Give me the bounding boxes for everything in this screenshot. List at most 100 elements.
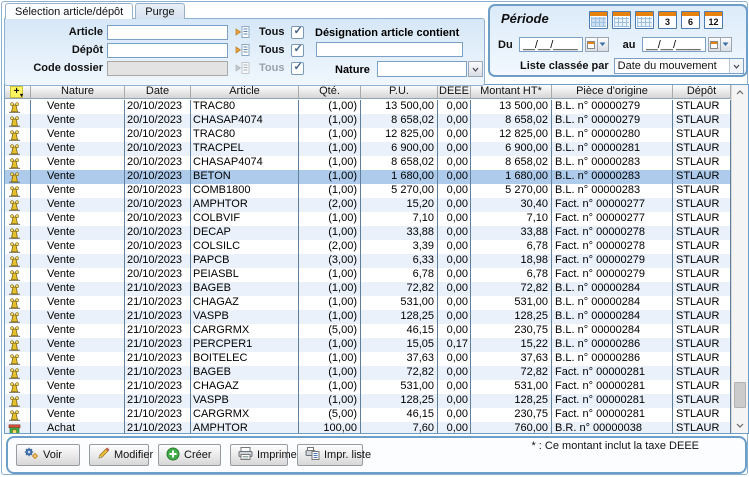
article-tous-checkbox[interactable]: ✓ — [291, 26, 304, 39]
article-input[interactable] — [107, 25, 228, 40]
column-header-montant[interactable]: Montant HT* — [471, 85, 552, 98]
cell-piece: Fact. n° 00000277 — [552, 198, 673, 212]
header-corner-cell: +▾ — [5, 85, 31, 98]
create-button[interactable]: Créer — [158, 444, 221, 466]
table-row[interactable]: Achat21/10/2023AMPHTOR100,007,600,00760,… — [5, 422, 731, 434]
vertical-scrollbar[interactable] — [731, 85, 748, 433]
calendar-year-icon[interactable] — [635, 11, 654, 29]
calendar-day-icon[interactable] — [589, 11, 608, 29]
purchase-movement-icon — [5, 422, 31, 434]
cell-deee: 0,00 — [438, 100, 471, 114]
nature-dropdown-chevron-icon[interactable] — [468, 61, 483, 77]
cell-deee: 0,00 — [438, 128, 471, 142]
column-header-pu[interactable]: P.U. — [361, 85, 438, 98]
cell-deee: 0,00 — [438, 142, 471, 156]
cell-pu: 128,25 — [361, 394, 438, 408]
depot-input[interactable] — [107, 43, 228, 58]
depot-list-picker-icon[interactable] — [235, 44, 252, 57]
cell-article: PERCPER1 — [191, 338, 299, 352]
table-row[interactable]: Vente20/10/2023COMB1800(1,00)5 270,000,0… — [5, 184, 731, 198]
column-header-qte[interactable]: Qté. — [299, 85, 361, 98]
print-list-button[interactable]: Impr. liste — [297, 444, 363, 466]
sale-movement-icon — [5, 310, 31, 324]
cell-piece: Fact. n° 00000279 — [552, 254, 673, 268]
scroll-up-button[interactable] — [732, 85, 748, 100]
table-row[interactable]: Vente21/10/2023CHAGAZ(1,00)531,000,00531… — [5, 380, 731, 394]
table-row[interactable]: Vente20/10/2023PEIASBL(1,00)6,780,006,78… — [5, 268, 731, 282]
table-row[interactable]: Vente20/10/2023COLBVIF(1,00)7,100,007,10… — [5, 212, 731, 226]
column-customize-icon[interactable]: +▾ — [10, 86, 23, 98]
date-from-picker[interactable] — [585, 37, 609, 52]
cell-article: PEIASBL — [191, 268, 299, 282]
depot-tous-checkbox[interactable]: ✓ — [291, 44, 304, 57]
periode-panel: Période 3 6 12 Du au — [488, 4, 748, 77]
table-row[interactable]: Vente21/10/2023VASPB(1,00)128,250,00128,… — [5, 394, 731, 408]
cell-deee: 0,00 — [438, 380, 471, 394]
cell-date: 21/10/2023 — [125, 394, 191, 408]
cell-qte: (1,00) — [299, 170, 361, 184]
column-header-date[interactable]: Date — [125, 85, 191, 98]
table-row[interactable]: Vente21/10/2023PERCPER1(1,00)15,050,1715… — [5, 338, 731, 352]
sort-order-select[interactable]: Date du mouvement — [614, 58, 744, 74]
table-row[interactable]: Vente21/10/2023CARGRMX(5,00)46,150,00230… — [5, 408, 731, 422]
cell-piece: B.L. n° 00000279 — [552, 100, 673, 114]
cell-article: VASPB — [191, 310, 299, 324]
tab-purge[interactable]: Purge — [135, 3, 184, 19]
code-dossier-tous-checkbox[interactable]: ✓ — [291, 62, 304, 75]
date-to-input[interactable] — [642, 37, 706, 52]
table-row[interactable]: Vente21/10/2023CHAGAZ(1,00)531,000,00531… — [5, 296, 731, 310]
nature-input[interactable] — [377, 61, 467, 77]
edit-button[interactable]: Modifier — [89, 444, 149, 466]
table-row[interactable]: Vente20/10/2023PAPCB(3,00)6,330,0018,98F… — [5, 254, 731, 268]
table-row[interactable]: Vente21/10/2023BAGEB(1,00)72,820,0072,82… — [5, 366, 731, 380]
table-row[interactable]: Vente20/10/2023TRAC80(1,00)13 500,000,00… — [5, 100, 731, 114]
column-header-piece[interactable]: Pièce d'origine — [552, 85, 673, 98]
sale-movement-icon — [5, 324, 31, 338]
table-row[interactable]: Vente21/10/2023BAGEB(1,00)72,820,0072,82… — [5, 282, 731, 296]
view-button[interactable]: Voir — [16, 444, 80, 466]
table-row[interactable]: Vente20/10/2023TRAC80(1,00)12 825,000,00… — [5, 128, 731, 142]
dropdown-arrow-icon[interactable] — [598, 37, 609, 52]
column-header-nature[interactable]: Nature — [31, 85, 125, 98]
column-header-deee[interactable]: DEEE — [438, 85, 471, 98]
period-12-months-button[interactable]: 12 — [704, 11, 723, 29]
table-row[interactable]: Vente20/10/2023BETON(1,00)1 680,000,001 … — [5, 170, 731, 184]
column-header-article[interactable]: Article — [191, 85, 299, 98]
article-list-picker-icon[interactable] — [235, 26, 252, 39]
calendar-month-icon[interactable] — [612, 11, 631, 29]
cell-article: BAGEB — [191, 366, 299, 380]
date-from-input[interactable] — [519, 37, 583, 52]
table-row[interactable]: Vente20/10/2023DECAP(1,00)33,880,0033,88… — [5, 226, 731, 240]
code-dossier-label: Code dossier — [5, 62, 103, 74]
table-row[interactable]: Vente20/10/2023CHASAP4074(1,00)8 658,020… — [5, 156, 731, 170]
date-to-picker[interactable] — [708, 37, 732, 52]
cell-pu: 6,78 — [361, 268, 438, 282]
table-row[interactable]: Vente20/10/2023CHASAP4074(1,00)8 658,020… — [5, 114, 731, 128]
table-row[interactable]: Vente20/10/2023COLSILC(2,00)3,390,006,78… — [5, 240, 731, 254]
dropdown-arrow-icon[interactable] — [721, 37, 732, 52]
table-row[interactable]: Vente21/10/2023CARGRMX(5,00)46,150,00230… — [5, 324, 731, 338]
cell-montant: 6 900,00 — [471, 142, 552, 156]
cell-montant: 5 270,00 — [471, 184, 552, 198]
designation-input[interactable] — [316, 42, 463, 57]
column-header-depot[interactable]: Dépôt — [673, 85, 731, 98]
table-row[interactable]: Vente21/10/2023BOITELEC(1,00)37,630,0037… — [5, 352, 731, 366]
table-row[interactable]: Vente21/10/2023VASPB(1,00)128,250,00128,… — [5, 310, 731, 324]
cell-depot: STLAUR — [673, 240, 731, 254]
calendar-picker-icon[interactable] — [585, 37, 598, 52]
tab-selection-article-depot[interactable]: Sélection article/dépôt — [5, 3, 133, 19]
table-row[interactable]: Vente20/10/2023AMPHTOR(2,00)15,200,0030,… — [5, 198, 731, 212]
scroll-down-button[interactable] — [732, 418, 748, 433]
cell-montant: 8 658,02 — [471, 156, 552, 170]
table-row[interactable]: Vente20/10/2023TRACPEL(1,00)6 900,000,00… — [5, 142, 731, 156]
period-6-months-button[interactable]: 6 — [681, 11, 700, 29]
scrollbar-thumb[interactable] — [734, 382, 746, 408]
print-button[interactable]: Imprimer — [230, 444, 288, 466]
cell-deee: 0,00 — [438, 422, 471, 434]
cell-qte: (1,00) — [299, 156, 361, 170]
cell-pu: 8 658,02 — [361, 114, 438, 128]
cell-pu: 37,63 — [361, 352, 438, 366]
cell-depot: STLAUR — [673, 114, 731, 128]
calendar-picker-icon[interactable] — [708, 37, 721, 52]
period-3-months-button[interactable]: 3 — [658, 11, 677, 29]
